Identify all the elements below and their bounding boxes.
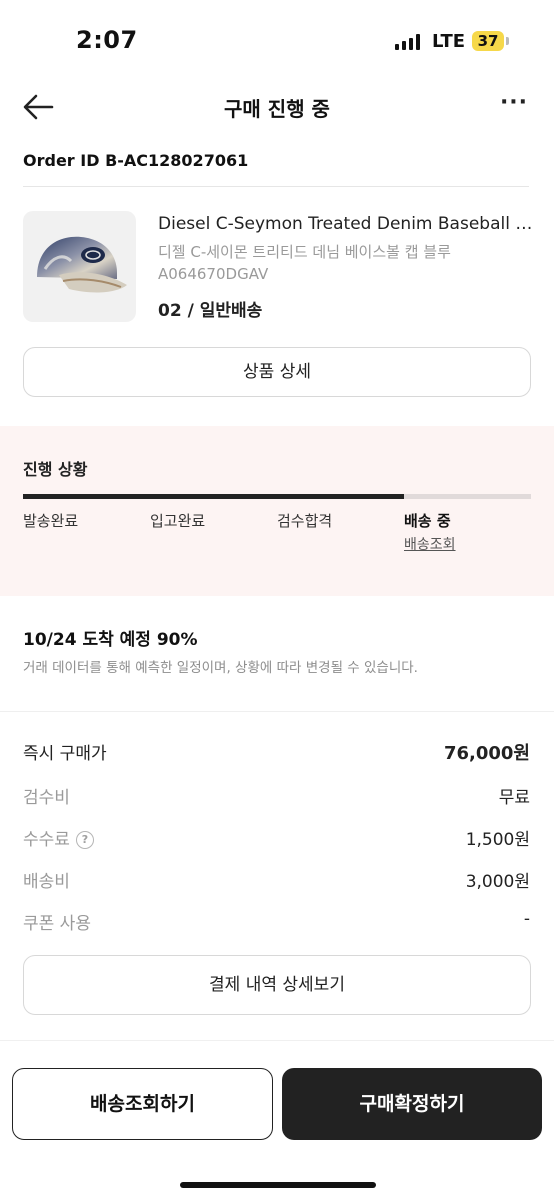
step-inspection-passed: 검수합격 — [277, 512, 333, 530]
product-code: A064670DGAV — [158, 265, 269, 283]
product-option: 02 / 일반배송 — [158, 301, 263, 321]
order-id: Order ID B-AC128027061 — [23, 151, 249, 170]
product-name: Diesel C-Seymon Treated Denim Baseball C… — [158, 214, 534, 234]
product-detail-button[interactable]: 상품 상세 — [23, 347, 531, 397]
page-title: 구매 진행 중 — [224, 97, 330, 121]
instant-price-value: 76,000원 — [443, 743, 530, 764]
tracking-link[interactable]: 배송조회 — [404, 534, 456, 554]
step-shipped: 발송완료 — [23, 512, 79, 530]
signal-icon — [395, 34, 423, 50]
progress-title: 진행 상황 — [23, 460, 88, 479]
divider — [0, 711, 554, 712]
more-options-button[interactable]: ··· — [496, 92, 532, 122]
battery-cap — [506, 37, 509, 45]
instant-price-label: 즉시 구매가 — [23, 744, 107, 764]
shipping-fee-label: 배송비 — [23, 872, 70, 892]
progress-fill — [23, 494, 404, 499]
step-in-delivery: 배송 중 — [404, 512, 451, 530]
inspection-fee-value: 무료 — [498, 788, 530, 808]
inspection-fee-label: 검수비 — [23, 788, 70, 808]
home-indicator — [180, 1182, 376, 1188]
service-fee-value: 1,500원 — [465, 830, 530, 850]
network-type: LTE — [432, 31, 466, 52]
service-fee-row: 수수료? — [23, 825, 94, 850]
battery-icon: 37 — [472, 31, 504, 51]
divider — [23, 186, 529, 187]
coupon-value: - — [523, 909, 530, 929]
payment-details-button[interactable]: 결제 내역 상세보기 — [23, 955, 531, 1015]
product-image[interactable] — [23, 211, 136, 322]
more-horizontal-icon: ··· — [499, 90, 529, 115]
track-delivery-button[interactable]: 배송조회하기 — [12, 1068, 273, 1140]
battery-level: 37 — [477, 32, 499, 50]
status-time: 2:07 — [76, 26, 138, 54]
coupon-label: 쿠폰 사용 — [23, 914, 91, 934]
product-name-korean: 디젤 C-세이몬 트리티드 데님 베이스볼 캡 블루 — [158, 243, 451, 261]
cap-image — [37, 236, 127, 293]
arrival-note: 거래 데이터를 통해 예측한 일정이며, 상황에 따라 변경될 수 있습니다. — [23, 660, 418, 676]
service-fee-label: 수수료 — [23, 830, 70, 850]
help-icon[interactable]: ? — [75, 831, 94, 849]
divider — [0, 1040, 554, 1041]
shipping-fee-value: 3,000원 — [465, 872, 530, 892]
confirm-purchase-button[interactable]: 구매확정하기 — [282, 1068, 542, 1140]
arrival-estimate: 10/24 도착 예정 90% — [23, 630, 198, 650]
step-warehoused: 입고완료 — [150, 512, 206, 530]
